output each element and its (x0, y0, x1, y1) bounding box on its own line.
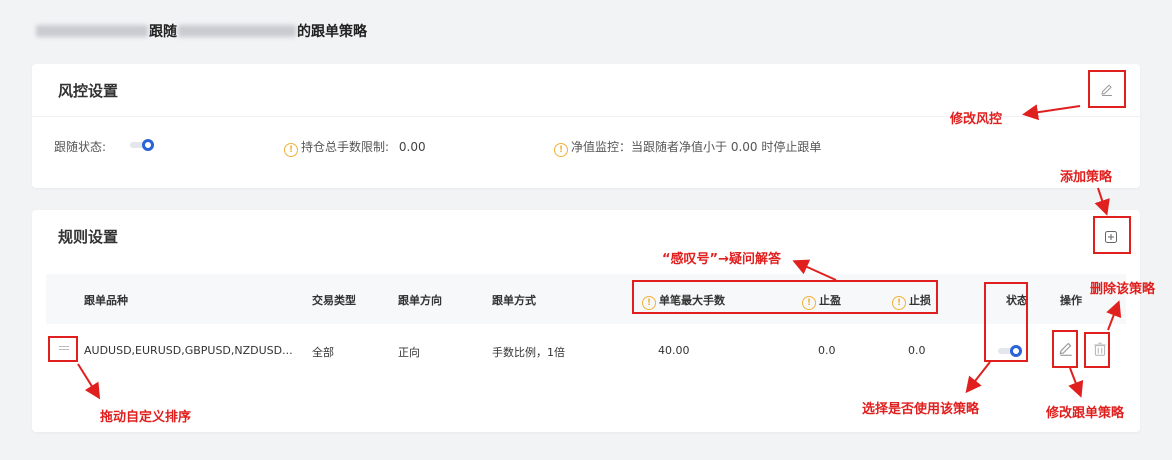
arrow-delete-strategy (1106, 300, 1122, 331)
arrow-add-strategy (1094, 187, 1110, 216)
arrow-drag-sort (77, 363, 101, 400)
annotation-arrows (77, 104, 1122, 400)
arrow-toggle-use (965, 361, 991, 394)
arrow-exclaim-help (792, 259, 837, 281)
arrow-edit-risk (1022, 104, 1081, 121)
arrow-edit-strategy (1068, 367, 1084, 398)
